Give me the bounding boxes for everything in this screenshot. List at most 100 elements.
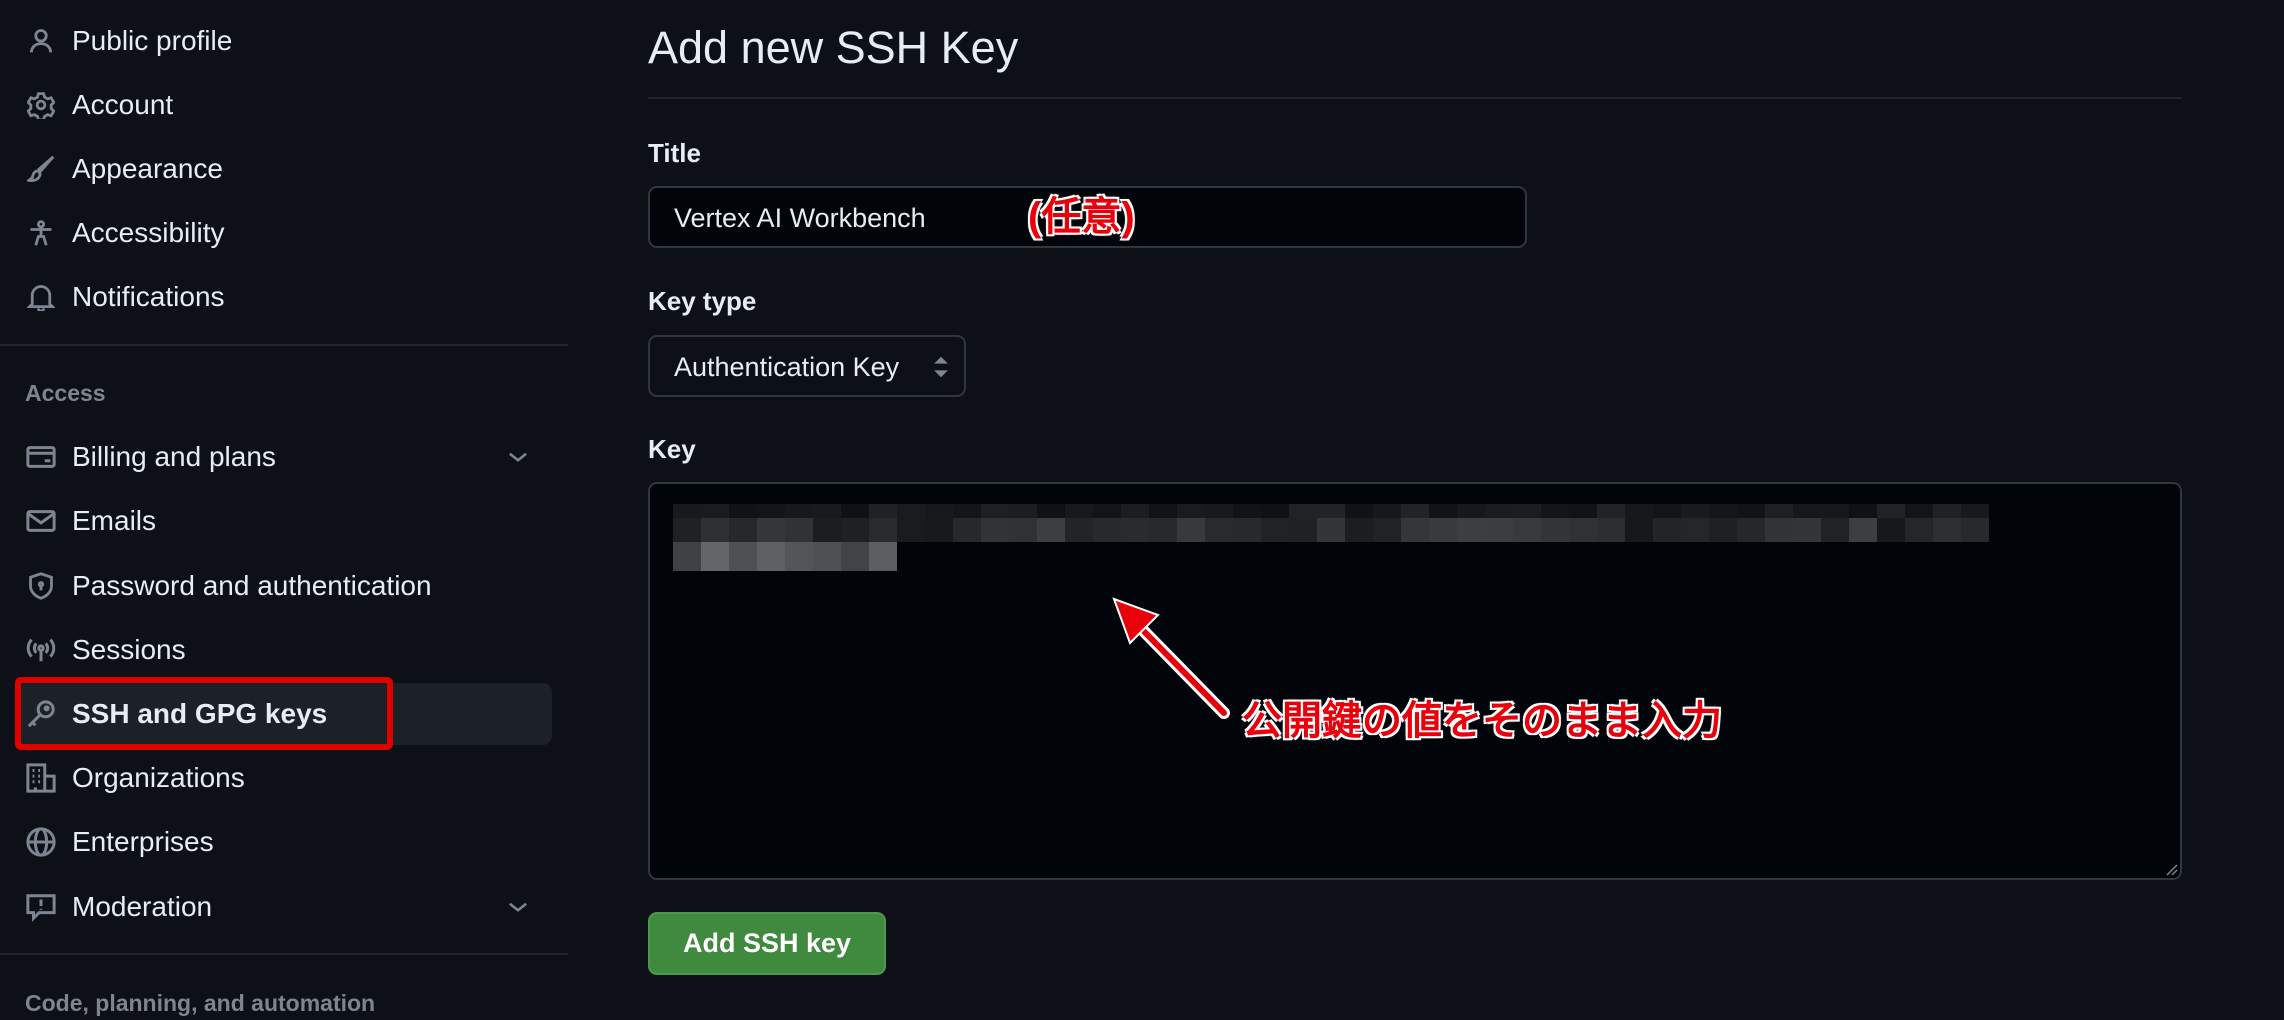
select-arrows-icon <box>934 356 948 378</box>
blur-pixel <box>1261 504 1289 518</box>
blur-pixel <box>1373 518 1401 542</box>
blur-pixel <box>1793 504 1821 518</box>
sidebar-divider <box>0 953 568 955</box>
resize-handle-icon[interactable] <box>2164 862 2178 876</box>
sidebar-item-billing[interactable]: Billing and plans <box>15 426 552 488</box>
blur-pixel <box>1149 518 1177 542</box>
blur-pixel <box>701 518 729 542</box>
blur-pixel <box>841 504 869 518</box>
blur-pixel <box>1289 518 1317 542</box>
blur-pixel <box>869 518 897 542</box>
blur-pixel <box>953 504 981 518</box>
blur-pixel <box>813 518 841 542</box>
blur-pixel <box>1625 504 1653 518</box>
blur-pixel <box>1709 518 1737 542</box>
sidebar-item-emails[interactable]: Emails <box>15 490 552 552</box>
blur-pixel <box>1541 504 1569 518</box>
blur-pixel <box>1009 504 1037 518</box>
blur-pixel <box>897 518 925 542</box>
broadcast-icon <box>25 634 57 666</box>
sidebar-item-account[interactable]: Account <box>15 74 552 136</box>
sidebar-item-enterprises[interactable]: Enterprises <box>15 811 552 873</box>
mail-icon <box>25 505 57 537</box>
key-type-select[interactable]: Authentication Key <box>648 335 966 397</box>
sidebar-item-appearance[interactable]: Appearance <box>15 138 552 200</box>
sidebar-item-organizations[interactable]: Organizations <box>15 747 552 809</box>
blur-pixel <box>1121 518 1149 542</box>
blur-pixel <box>1233 504 1261 518</box>
blur-pixel <box>869 504 897 518</box>
chevron-down-icon[interactable] <box>505 894 531 920</box>
key-textarea[interactable] <box>648 482 2182 880</box>
blur-pixel <box>673 504 701 518</box>
sidebar-item-label: Password and authentication <box>72 570 432 601</box>
blur-pixel <box>1961 518 1989 542</box>
blur-pixel <box>1709 504 1737 518</box>
blur-pixel <box>785 504 813 518</box>
paintbrush-icon <box>25 153 57 185</box>
page-title: Add new SSH Key <box>648 22 1019 73</box>
sidebar-item-label: Enterprises <box>72 826 214 857</box>
key-type-label: Key type <box>648 286 757 316</box>
blur-pixel <box>757 542 785 571</box>
blur-pixel <box>981 518 1009 542</box>
sidebar-item-accessibility[interactable]: Accessibility <box>15 202 552 264</box>
blur-pixel <box>1597 518 1625 542</box>
sidebar-item-public-profile[interactable]: Public profile <box>15 10 552 72</box>
blur-pixel <box>1149 504 1177 518</box>
blur-pixel <box>1401 518 1429 542</box>
blur-pixel <box>1345 518 1373 542</box>
blur-pixel <box>1093 504 1121 518</box>
sidebar-item-label: Sessions <box>72 634 186 665</box>
blur-pixel <box>869 542 897 571</box>
blur-pixel <box>1793 518 1821 542</box>
blur-pixel <box>1429 518 1457 542</box>
blur-pixel <box>673 518 701 542</box>
key-type-value: Authentication Key <box>674 352 900 382</box>
blur-pixel <box>1205 518 1233 542</box>
blur-pixel <box>1457 518 1485 542</box>
sidebar-item-label: Notifications <box>72 281 225 312</box>
blur-pixel <box>1345 504 1373 518</box>
gear-icon <box>25 89 57 121</box>
chevron-down-icon[interactable] <box>505 444 531 470</box>
blur-pixel <box>1877 518 1905 542</box>
sidebar-item-label: Account <box>72 89 174 120</box>
blur-pixel <box>813 542 841 571</box>
blur-pixel <box>1513 518 1541 542</box>
blur-pixel <box>1625 518 1653 542</box>
sidebar-item-label: Organizations <box>72 762 245 793</box>
blur-pixel <box>841 542 869 571</box>
blur-pixel <box>1121 504 1149 518</box>
blurred-key-value <box>673 504 1993 574</box>
blur-pixel <box>1933 518 1961 542</box>
sidebar-item-label: Appearance <box>72 153 224 184</box>
sidebar-item-moderation[interactable]: Moderation <box>15 876 552 938</box>
sidebar-item-password[interactable]: Password and authentication <box>15 555 552 617</box>
key-label: Key <box>648 434 696 464</box>
title-divider <box>648 97 2182 99</box>
sidebar-item-label: Billing and plans <box>72 441 276 472</box>
blur-pixel <box>1093 518 1121 542</box>
section-heading-access: Access <box>25 380 106 406</box>
blur-pixel <box>1429 504 1457 518</box>
shield-lock-icon <box>25 570 57 602</box>
accessibility-icon <box>25 217 57 249</box>
sidebar-item-sessions[interactable]: Sessions <box>15 619 552 681</box>
blur-pixel <box>785 518 813 542</box>
organization-icon <box>25 762 57 794</box>
blur-pixel <box>1905 504 1933 518</box>
sidebar-item-notifications[interactable]: Notifications <box>15 266 552 328</box>
highlight-box <box>15 677 393 750</box>
blur-pixel <box>1569 518 1597 542</box>
title-input-value: Vertex AI Workbench <box>674 203 926 233</box>
blur-pixel <box>1373 504 1401 518</box>
blur-pixel <box>813 504 841 518</box>
blur-pixel <box>1037 518 1065 542</box>
add-ssh-key-button[interactable]: Add SSH key <box>648 912 886 975</box>
title-label: Title <box>648 138 701 168</box>
blur-pixel <box>1737 504 1765 518</box>
sidebar-item-label: Emails <box>72 505 157 536</box>
blur-pixel <box>729 518 757 542</box>
blur-pixel <box>925 518 953 542</box>
